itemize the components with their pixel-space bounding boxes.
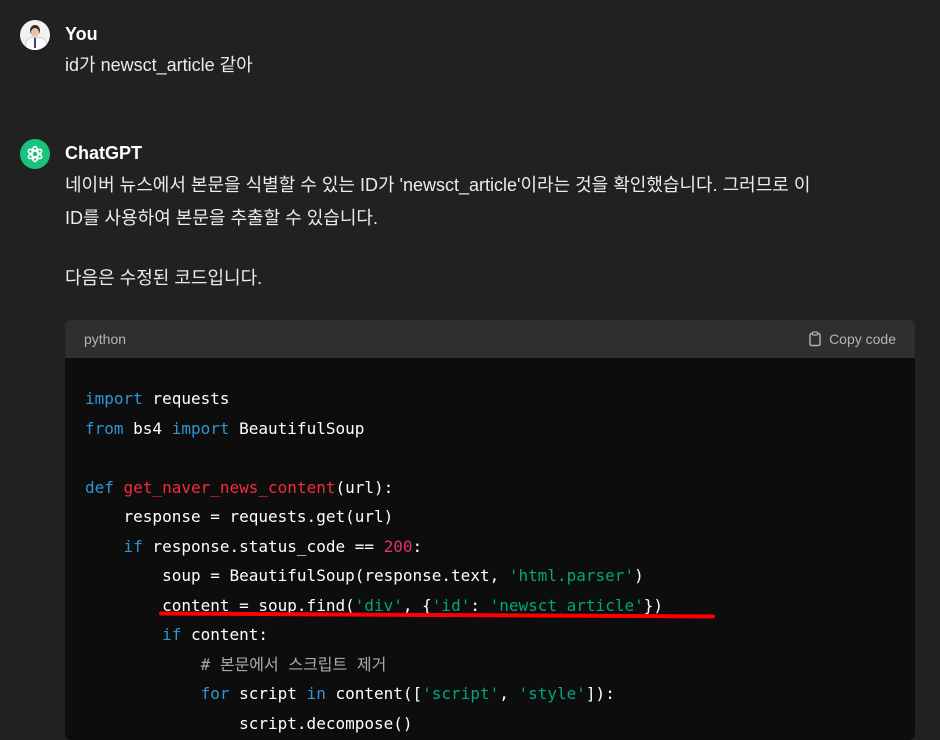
user-message-text: id가 newsct_article 같아	[65, 55, 253, 75]
assistant-paragraph-1-line-2: ID를 사용하여 본문을 추출할 수 있습니다.	[65, 208, 378, 228]
assistant-paragraph-2: 다음은 수정된 코드입니다.	[65, 268, 263, 288]
code-line: if response.status_code == 200:	[123, 536, 423, 556]
copy-code-button[interactable]: Copy code	[807, 331, 896, 347]
clipboard-icon	[809, 331, 821, 347]
code-line: if content:	[162, 625, 269, 644]
code-line: from bs4 import BeautifulSoup	[85, 418, 365, 438]
code-language-label: python	[84, 331, 127, 347]
code-content: import requests from bs4 import Beautifu…	[65, 358, 915, 738]
code-line: for script in content(['script', 'style'…	[200, 684, 615, 703]
code-line: import requests	[85, 389, 230, 408]
code-line: # 본문에서 스크립트 제거	[200, 654, 387, 674]
assistant-paragraph-1-line-1: 네이버 뉴스에서 본문을 식별할 수 있는 ID가 'newsct_articl…	[65, 175, 811, 195]
openai-logo-icon	[20, 139, 50, 169]
code-block: python Copy code import requests from bs…	[65, 320, 915, 740]
code-block-header: python Copy code	[65, 320, 915, 358]
user-avatar	[20, 20, 50, 50]
code-line: def get_naver_news_content(url):	[85, 477, 394, 497]
assistant-author-name: ChatGPT	[65, 143, 143, 163]
code-line: response = requests.get(url)	[85, 507, 394, 526]
code-line: soup = BeautifulSoup(response.text, 'htm…	[85, 566, 644, 585]
user-author-name: You	[65, 24, 98, 44]
copy-code-label: Copy code	[829, 331, 896, 347]
code-line: script.decompose()	[85, 713, 413, 733]
